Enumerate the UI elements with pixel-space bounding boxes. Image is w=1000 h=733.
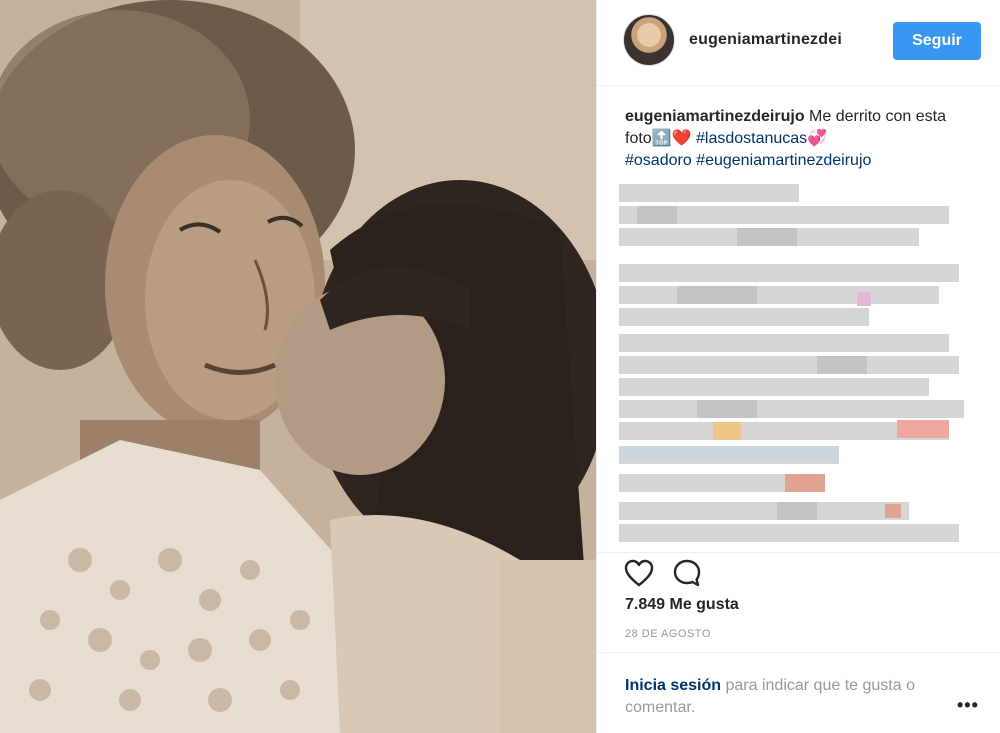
post-side-panel: eugeniamartinezdei Seguir eugeniamartine… — [596, 0, 1000, 733]
avatar[interactable] — [623, 14, 675, 66]
heart-emoji: ❤️ — [671, 130, 692, 147]
login-prompt: Inicia sesión para indicar que te gusta … — [625, 675, 955, 719]
blurred-comments — [619, 184, 964, 542]
username-link[interactable]: eugeniamartinezdei — [689, 31, 842, 49]
top-emoji: 🔝 — [651, 130, 672, 147]
more-options-button[interactable]: ••• — [957, 695, 979, 716]
post-date: 28 DE AGOSTO — [625, 628, 711, 640]
hashtag-eugeniamartinezdeirujo[interactable]: #eugeniamartinezdeirujo — [696, 152, 871, 169]
hashtag-osadoro[interactable]: #osadoro — [625, 152, 692, 169]
action-bar — [597, 552, 1000, 594]
login-link[interactable]: Inicia sesión — [625, 677, 721, 694]
likes-count[interactable]: 7.849 Me gusta — [625, 596, 739, 614]
comment-bubble-icon[interactable] — [671, 557, 703, 589]
follow-button[interactable]: Seguir — [893, 22, 981, 60]
photo-illustration — [0, 0, 596, 733]
caption-username[interactable]: eugeniamartinezdeirujo — [625, 108, 805, 125]
heart-outline-icon[interactable] — [623, 557, 655, 589]
post-header: eugeniamartinezdei Seguir — [597, 0, 1000, 86]
hearts-emoji: 💞 — [807, 130, 828, 147]
hashtag-lasdostanucas[interactable]: #lasdostanucas — [696, 130, 807, 147]
post-photo — [0, 0, 596, 733]
post-caption: eugeniamartinezdeirujo Me derrito con es… — [625, 106, 981, 172]
login-footer: Inicia sesión para indicar que te gusta … — [597, 652, 1000, 733]
